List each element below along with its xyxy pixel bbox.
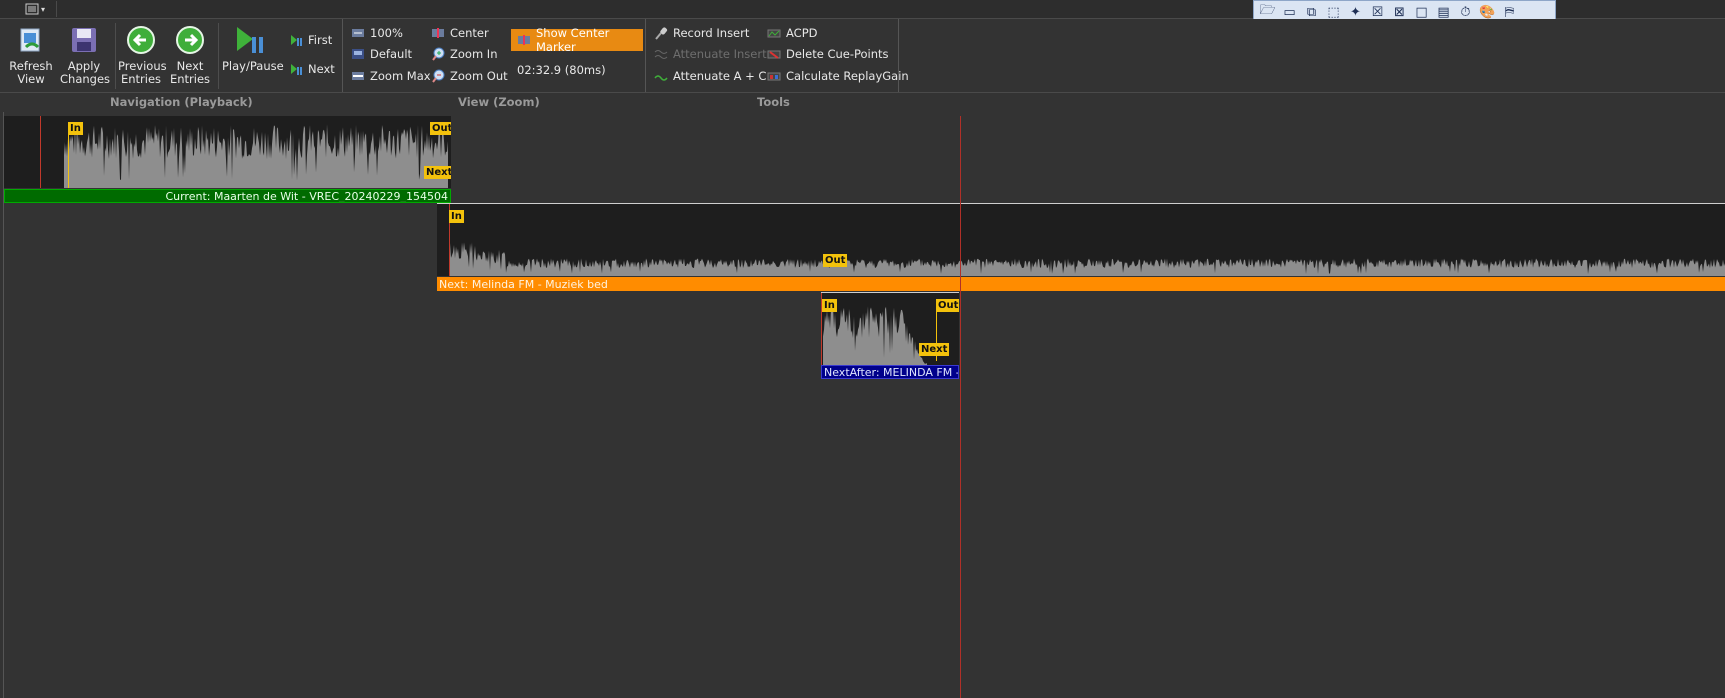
group-label-navigation: Navigation (Playback): [110, 95, 253, 109]
zoom-out-button[interactable]: Zoom Out: [431, 67, 508, 85]
current-out-marker[interactable]: Out: [430, 122, 451, 135]
time-readout: 02:32.9 (80ms): [517, 63, 606, 77]
nextafter-out-marker[interactable]: Out: [936, 299, 959, 312]
next-entries-label: Next Entries: [169, 59, 211, 86]
green-right-arrow-icon: [176, 26, 204, 54]
zoom-max-label: Zoom Max: [370, 69, 431, 83]
next-track-waveform[interactable]: In Out: [437, 204, 1725, 276]
current-in-marker[interactable]: In: [68, 122, 83, 135]
next-icon: [289, 62, 303, 76]
current-next-marker[interactable]: Next: [424, 166, 451, 179]
menu-list-icon[interactable]: ▾: [14, 1, 57, 17]
attenuate-ac-button[interactable]: Attenuate A + C: [654, 67, 766, 85]
zoom-in-button[interactable]: Zoom In: [431, 45, 498, 63]
center-label: Center: [450, 26, 489, 40]
play-pause-button[interactable]: Play/Pause: [222, 25, 284, 73]
record-insert-button[interactable]: Record Insert: [654, 24, 749, 42]
next-button[interactable]: Next: [289, 60, 335, 78]
acpd-label: ACPD: [786, 26, 818, 40]
first-button[interactable]: First: [289, 31, 332, 49]
attenuate-ac-icon: [654, 69, 668, 83]
next-in-marker[interactable]: In: [449, 210, 464, 223]
next-out-marker[interactable]: Out: [823, 254, 848, 267]
first-label: First: [308, 33, 333, 47]
next-waveform-graph: [449, 242, 1725, 276]
current-track-waveform[interactable]: In Out Next: [4, 116, 451, 188]
nextafter-track-label: NextAfter: MELINDA FM - ...: [821, 365, 959, 379]
microphone-icon: [654, 26, 668, 40]
acpd-button[interactable]: ACPD: [767, 24, 818, 42]
group-label-view: View (Zoom): [458, 95, 540, 109]
nextafter-next-marker[interactable]: Next: [919, 343, 950, 356]
zoom-100-label: 100%: [370, 26, 403, 40]
zoom-default-icon: [351, 47, 365, 61]
zoom-100-icon: [351, 26, 365, 40]
delete-cue-icon: [767, 47, 781, 61]
next-small-label: Next: [308, 62, 335, 76]
ribbon: Refresh View Apply Changes Previous Entr…: [0, 19, 1725, 93]
replaygain-icon: [767, 69, 781, 83]
calculate-replaygain-label: Calculate ReplayGain: [786, 69, 909, 83]
zoom-default-label: Default: [370, 47, 413, 61]
group-label-tools: Tools: [757, 95, 790, 109]
zoom-max-button[interactable]: Zoom Max: [351, 67, 431, 85]
refresh-view-button[interactable]: Refresh View: [8, 25, 54, 86]
refresh-view-icon: [20, 28, 40, 52]
current-track-label: Current: Maarten de Wit - VREC_20240229_…: [4, 189, 451, 203]
nextafter-in-marker[interactable]: In: [822, 299, 837, 312]
play-pause-icon: [237, 27, 263, 53]
attenuate-ac-label: Attenuate A + C: [673, 69, 767, 83]
zoom-max-icon: [351, 69, 365, 83]
zoom-in-label: Zoom In: [450, 47, 498, 61]
zoom-100-button[interactable]: 100%: [351, 24, 403, 42]
center-icon: [431, 26, 445, 40]
apply-changes-label: Apply Changes: [60, 59, 111, 86]
previous-entries-button[interactable]: Previous Entries: [118, 25, 167, 86]
next-track-label: Next: Melinda FM - Muziek bed: [437, 277, 1725, 291]
first-icon: [289, 33, 303, 47]
current-in-line: [68, 128, 69, 188]
attenuate-insert-icon: [654, 47, 668, 61]
attenuate-insert-button: Attenuate Insert: [654, 45, 767, 63]
apply-changes-button[interactable]: Apply Changes: [60, 25, 111, 86]
zoom-in-icon: [431, 47, 445, 61]
zoom-out-icon: [431, 69, 445, 83]
delete-cue-points-label: Delete Cue-Points: [786, 47, 889, 61]
current-playhead: [40, 116, 41, 188]
nextafter-track-waveform[interactable]: In Out Next: [821, 292, 959, 365]
center-marker-line: [960, 116, 961, 698]
play-pause-label: Play/Pause: [222, 59, 284, 73]
center-marker-icon: [517, 33, 531, 47]
zoom-out-label: Zoom Out: [450, 69, 508, 83]
floppy-disk-icon: [72, 28, 96, 52]
green-left-arrow-icon: [127, 26, 155, 54]
previous-entries-label: Previous Entries: [118, 59, 167, 86]
next-entries-button[interactable]: Next Entries: [168, 25, 212, 86]
calculate-replaygain-button[interactable]: Calculate ReplayGain: [767, 67, 909, 85]
refresh-view-label: Refresh View: [9, 59, 53, 86]
zoom-default-button[interactable]: Default: [351, 45, 412, 63]
acpd-icon: [767, 26, 781, 40]
center-button[interactable]: Center: [431, 24, 489, 42]
show-center-marker-button[interactable]: Show Center Marker: [511, 26, 643, 54]
attenuate-insert-label: Attenuate Insert: [673, 47, 767, 61]
delete-cue-points-button[interactable]: Delete Cue-Points: [767, 45, 889, 63]
record-insert-label: Record Insert: [673, 26, 750, 40]
show-center-marker-label: Show Center Marker: [536, 26, 610, 54]
